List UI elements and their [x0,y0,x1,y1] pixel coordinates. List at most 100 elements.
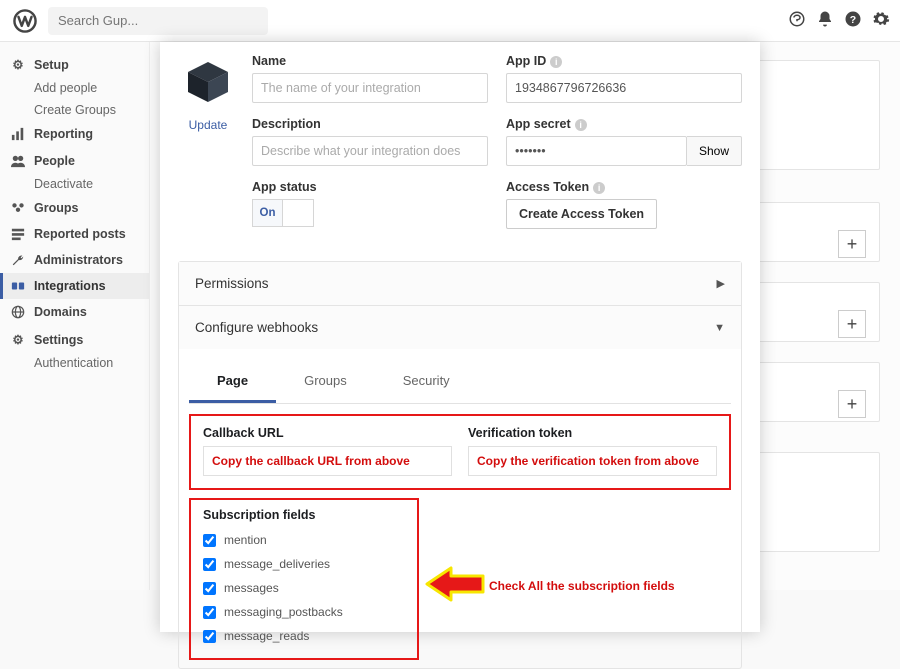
integrations-icon [10,279,26,293]
top-bar: ? [0,0,900,42]
info-icon: i [575,119,587,131]
add-button[interactable]: + [838,310,866,338]
checkbox[interactable] [203,534,216,547]
checkbox-label: mention [224,533,267,547]
section-title: Configure webhooks [195,320,318,335]
webhooks-section[interactable]: Configure webhooks ▼ [179,306,741,349]
verification-token-label: Verification token [468,426,717,440]
add-button[interactable]: + [838,390,866,418]
sidebar-label: Reported posts [34,227,126,241]
sidebar-integrations[interactable]: Integrations [0,273,149,299]
sidebar-settings-head[interactable]: ⚙ Settings [0,325,149,352]
chat-icon[interactable] [788,10,806,31]
sidebar-auth[interactable]: Authentication [0,352,149,374]
permissions-section[interactable]: Permissions ▶ [179,262,741,306]
name-label: Name [252,54,488,68]
sidebar-label: Setup [34,58,69,72]
sidebar-add-people[interactable]: Add people [0,77,149,99]
checkbox[interactable] [203,558,216,571]
sub-checkbox-row[interactable]: messages [203,576,403,600]
checkbox-label: message_deliveries [224,557,330,571]
globe-icon [10,305,26,319]
tab-groups[interactable]: Groups [276,363,375,403]
sidebar-deactivate[interactable]: Deactivate [0,173,149,195]
description-input[interactable] [252,136,488,166]
description-label: Description [252,117,488,131]
sidebar-create-groups[interactable]: Create Groups [0,99,149,121]
accordion: Permissions ▶ Configure webhooks ▼ Page … [178,261,742,669]
sub-checkbox-row[interactable]: message_deliveries [203,552,403,576]
chevron-right-icon: ▶ [717,277,725,290]
gear-icon: ⚙ [10,57,26,72]
checkbox[interactable] [203,582,216,595]
info-icon: i [593,182,605,194]
sidebar-label: Domains [34,305,87,319]
appid-label: App IDi [506,54,742,68]
workplace-logo-icon [10,6,40,36]
svg-text:?: ? [850,14,856,26]
subscription-title: Subscription fields [203,508,403,522]
toggle-on: On [253,200,283,226]
sidebar-label: Integrations [34,279,106,293]
sidebar-admins[interactable]: Administrators [0,247,149,273]
admin-sidebar: ⚙ Setup Add people Create Groups Reporti… [0,42,150,590]
checkbox-label: messaging_postbacks [224,605,343,619]
bars-icon [10,127,26,141]
token-label: Access Tokeni [506,180,742,194]
name-input[interactable] [252,73,488,103]
gear-icon[interactable] [872,10,890,31]
checkbox-label: messages [224,581,279,595]
subscription-highlight-box: Subscription fields mention message_deli… [189,498,419,660]
callback-url-label: Callback URL [203,426,452,440]
secret-input[interactable] [506,136,687,166]
sub-checkbox-row[interactable]: messaging_postbacks [203,600,403,624]
wrench-icon [10,253,26,267]
tab-page[interactable]: Page [189,363,276,403]
sidebar-label: People [34,154,75,168]
search-input[interactable] [48,7,268,35]
sidebar-label: Reporting [34,127,93,141]
annotation-text: Check All the subscription fields [489,579,675,593]
verification-token-input[interactable] [468,446,717,476]
chevron-down-icon: ▼ [714,322,725,334]
sidebar-label: Groups [34,201,78,215]
flag-icon [10,227,26,241]
callback-highlight-box: Callback URL Verification token [189,414,731,490]
sidebar-reported[interactable]: Reported posts [0,221,149,247]
callback-url-input[interactable] [203,446,452,476]
sidebar-domains[interactable]: Domains [0,299,149,325]
bell-icon[interactable] [816,10,834,31]
gear-icon: ⚙ [10,332,26,347]
help-icon[interactable]: ? [844,10,862,31]
tab-security[interactable]: Security [375,363,478,403]
sidebar-reporting[interactable]: Reporting [0,121,149,147]
show-secret-button[interactable]: Show [687,136,742,166]
groups-icon [10,201,26,215]
sidebar-setup-head[interactable]: ⚙ Setup [0,50,149,77]
checkbox[interactable] [203,606,216,619]
sidebar-label: Administrators [34,253,123,267]
section-title: Permissions [195,276,269,291]
toggle-off [283,200,313,226]
secret-label: App secreti [506,117,742,131]
sidebar-groups[interactable]: Groups [0,195,149,221]
info-icon: i [550,56,562,68]
create-token-button[interactable]: Create Access Token [506,199,657,229]
update-link[interactable]: Update [178,118,238,132]
sub-checkbox-row[interactable]: mention [203,528,403,552]
app-cube-icon [184,58,232,106]
people-icon [10,154,26,168]
arrow-left-icon [425,566,485,605]
appid-input[interactable] [506,73,742,103]
add-button[interactable]: + [838,230,866,258]
webhook-tabs: Page Groups Security [189,363,731,404]
checkbox-label: message_reads [224,629,309,643]
checkbox[interactable] [203,630,216,643]
status-toggle[interactable]: On [252,199,314,227]
status-label: App status [252,180,488,194]
sub-checkbox-row[interactable]: message_reads [203,624,403,648]
annotation: Check All the subscription fields [425,566,675,605]
sidebar-label: Settings [34,333,83,347]
sidebar-people-head[interactable]: People [0,147,149,173]
integration-modal: Update Name Description App statu [160,42,760,632]
